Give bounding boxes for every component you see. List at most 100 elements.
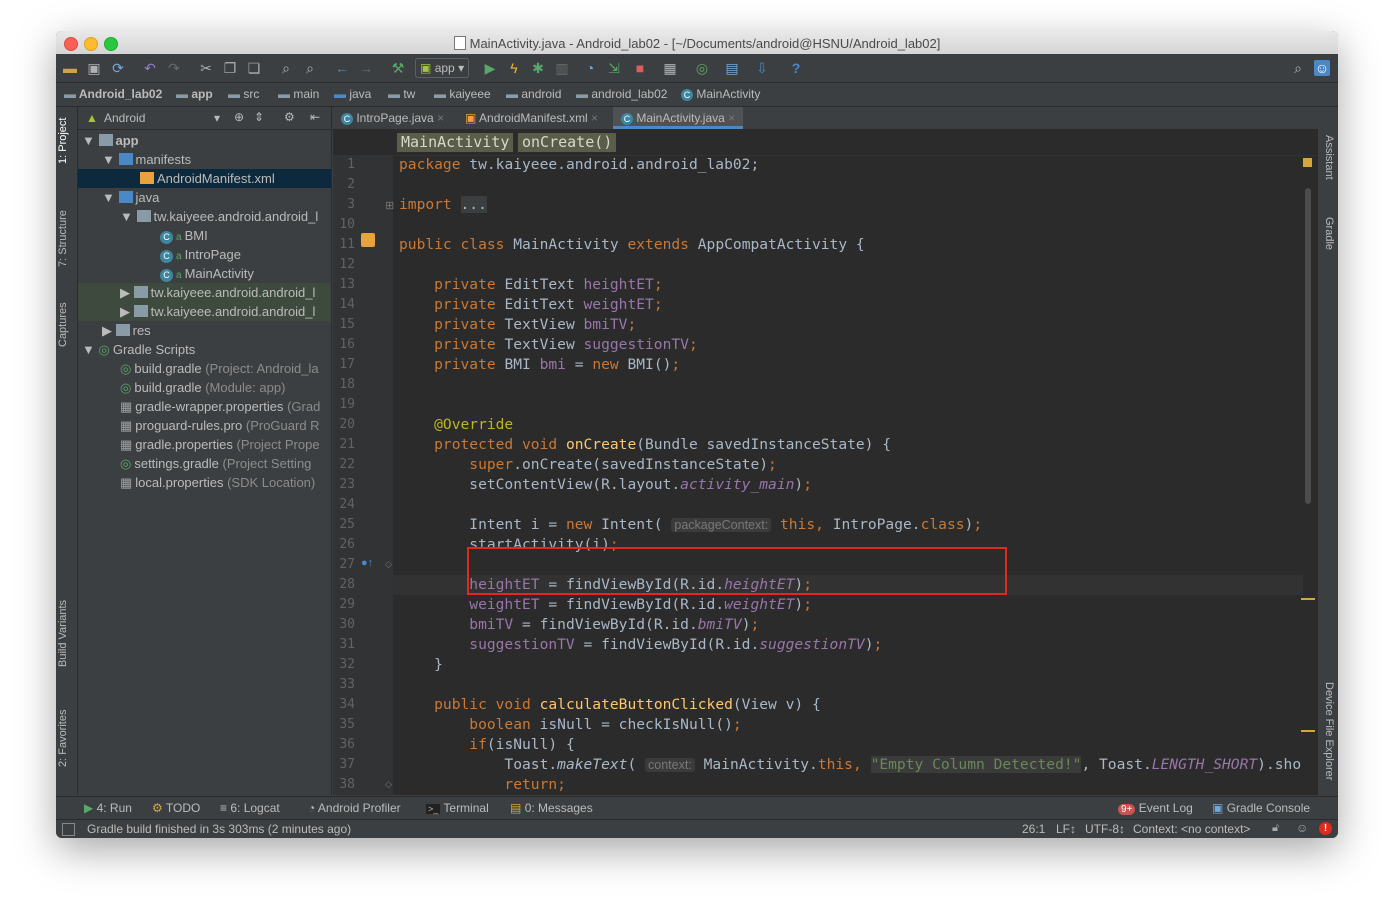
close-icon[interactable]: × [728,111,735,125]
status-message[interactable]: Gradle build finished in 3s 303ms (2 min… [87,822,351,836]
nav-crumb-class[interactable]: C MainActivity [681,87,760,101]
redo-icon[interactable]: ↷ [166,60,182,76]
nav-crumb-main[interactable]: ▬ main [278,87,319,101]
project-structure-icon[interactable]: ▤ [724,60,740,76]
copy-icon[interactable]: ❐ [222,60,238,76]
tree-item-android-manifest[interactable]: AndroidManifest.xml [78,169,331,188]
debug-icon[interactable]: ✱ [530,60,546,76]
nav-crumb-package[interactable]: ▬ android_lab02 [576,87,667,101]
nav-crumb-tw[interactable]: ▬ tw [388,87,415,101]
tree-item-bmi[interactable]: Ca BMI [78,226,331,245]
toggle-tool-windows-icon[interactable] [62,823,75,836]
override-gutter-icon[interactable]: ●↑ [361,557,373,569]
logcat-tool-button[interactable]: ≡ 6: Logcat [220,801,280,815]
run-tool-button[interactable]: ▶ 4: Run [84,801,132,815]
tab-intropage[interactable]: C IntroPage.java × [333,107,452,129]
lock-icon[interactable]: 🔓︎ [1272,822,1279,835]
tab-build-variants[interactable]: Build Variants [57,600,69,667]
caret-position[interactable]: 26:1 [1022,822,1045,836]
cut-icon[interactable]: ✂ [198,60,214,76]
save-icon[interactable]: ▣ [86,60,102,76]
profiler-tool-button[interactable]: ◔ Android Profiler [308,801,401,815]
nav-crumb-kaiyeee[interactable]: ▬ kaiyeee [434,87,491,101]
tree-item-gradle-scripts[interactable]: ▼ ◎ Gradle Scripts [78,340,331,359]
hide-panel-icon[interactable]: ⇤ [310,110,320,124]
nav-crumb-app[interactable]: ▬ app [176,87,213,101]
search-everywhere-icon[interactable]: ⌕ [1290,60,1306,76]
nav-crumb-project[interactable]: ▬ Android_lab02 [64,87,162,101]
attach-debugger-icon[interactable]: ⇲ [606,60,622,76]
event-log-tool-button[interactable]: 9+ Event Log [1118,801,1193,815]
undo-icon[interactable]: ↶ [142,60,158,76]
breadcrumb-method[interactable]: onCreate() [518,133,617,152]
tree-item-intropage[interactable]: Ca IntroPage [78,245,331,264]
inspection-status-icon[interactable] [1303,158,1312,167]
tree-item-build-gradle-project[interactable]: ◎ build.gradle (Project: Android_la [78,359,331,378]
tab-assistant[interactable]: Assistant [1323,135,1335,180]
nav-crumb-java[interactable]: ▬ java [334,87,371,101]
context-indicator[interactable]: Context: <no context> [1133,822,1250,836]
sdk-manager-icon[interactable]: ⇩ [754,60,770,76]
account-icon[interactable]: ☺ [1314,60,1330,76]
terminal-tool-button[interactable]: >_ Terminal [426,801,489,815]
nav-crumb-src[interactable]: ▬ src [228,87,259,101]
tree-item-manifests[interactable]: ▼ manifests [78,150,331,169]
tree-item-settings-gradle[interactable]: ◎ settings.gradle (Project Setting [78,454,331,473]
file-encoding[interactable]: UTF-8↕ [1085,822,1125,836]
line-separator[interactable]: LF↕ [1056,822,1076,836]
sync-icon[interactable]: ⟳ [110,60,126,76]
project-view-select[interactable]: Android [104,111,145,125]
tree-item-gradle-properties[interactable]: ▦ gradle.properties (Project Prope [78,435,331,454]
fold-marker-icon[interactable]: ⊞ [385,199,394,212]
tree-item-java[interactable]: ▼ java [78,188,331,207]
todo-tool-button[interactable]: ⚙ TODO [152,801,200,815]
code-editor[interactable]: MainActivity onCreate() 1 2 3 10 11 12 1… [333,130,1318,795]
fold-marker-icon[interactable]: ◇ [385,779,392,790]
tab-gradle[interactable]: Gradle [1323,217,1335,250]
messages-tool-button[interactable]: ▤ 0: Messages [510,801,593,815]
tab-structure[interactable]: 7: Structure [57,210,69,267]
profile-icon[interactable]: ◔ [582,60,598,76]
apply-changes-icon[interactable]: ϟ [506,60,522,76]
tab-project[interactable]: 1: Project [57,118,69,164]
tree-item-gradle-wrapper[interactable]: ▦ gradle-wrapper.properties (Grad [78,397,331,416]
tree-item-package-androidtest[interactable]: ▶ tw.kaiyeee.android.android_l [78,302,331,321]
help-icon[interactable]: ? [788,60,804,76]
gear-icon[interactable]: ⚙ [284,110,295,124]
paste-icon[interactable]: ❏ [246,60,262,76]
collapse-all-icon[interactable]: ⇕ [254,110,264,124]
open-folder-icon[interactable]: ▬ [62,60,78,76]
chevron-down-icon[interactable]: ▾ [214,111,220,125]
tree-item-mainactivity[interactable]: Ca MainActivity [78,264,331,283]
stop-icon[interactable]: ■ [632,60,648,76]
warning-stripe[interactable] [1301,730,1315,732]
android-manifest-gutter-icon[interactable] [361,233,375,247]
find-icon[interactable]: ⌕ [278,60,294,76]
tree-item-proguard[interactable]: ▦ proguard-rules.pro (ProGuard R [78,416,331,435]
run-config-select[interactable]: ▣ app ▾ [415,58,470,78]
hector-icon[interactable]: ☺ [1296,821,1308,835]
run-icon[interactable]: ▶ [482,60,498,76]
tree-item-package-main[interactable]: ▼ tw.kaiyeee.android.android_l [78,207,331,226]
replace-icon[interactable]: ⌕ [302,60,318,76]
build-hammer-icon[interactable]: ⚒ [390,60,406,76]
close-icon[interactable]: × [437,111,444,125]
tab-mainactivity[interactable]: C MainActivity.java × [613,107,744,129]
vertical-scrollbar[interactable] [1305,188,1311,504]
close-icon[interactable]: × [591,111,598,125]
device-manager-icon[interactable]: ▦ [662,60,678,76]
coverage-icon[interactable]: ▥ [554,60,570,76]
forward-icon[interactable]: → [358,60,374,76]
fold-marker-icon[interactable]: ◇ [385,559,392,570]
breadcrumb-class[interactable]: MainActivity [397,133,514,152]
tree-item-res[interactable]: ▶ res [78,321,331,340]
nav-crumb-android[interactable]: ▬ android [506,87,561,101]
tree-item-app[interactable]: ▼ app [78,131,331,150]
tree-item-local-properties[interactable]: ▦ local.properties (SDK Location) [78,473,331,492]
tab-favorites[interactable]: 2: Favorites [57,710,69,767]
gradle-sync-icon[interactable]: ◎ [694,60,710,76]
code-area[interactable]: package tw.kaiyeee.android.android_lab02… [399,155,1301,795]
scroll-from-source-icon[interactable]: ⊕ [234,110,244,124]
error-indicator-icon[interactable]: ! [1319,822,1332,835]
tree-item-build-gradle-module[interactable]: ◎ build.gradle (Module: app) [78,378,331,397]
